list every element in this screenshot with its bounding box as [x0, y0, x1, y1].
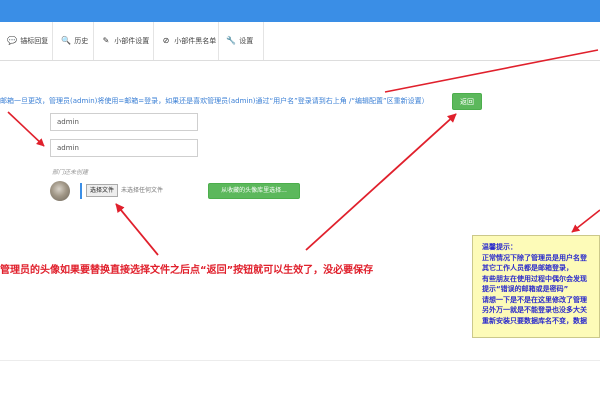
ban-icon: ⊘: [162, 36, 170, 45]
tab-widget-blacklist[interactable]: ⊘ 小部件黑名单: [160, 33, 217, 49]
tip-line: 有些朋友在使用过程中偶尔会发现: [482, 274, 587, 283]
arrow-to-return-button: [305, 113, 457, 251]
tip-line: 另外万一就是不能登录也没多大关: [482, 306, 587, 314]
tab-anchor-reply[interactable]: 💬 锚标回复: [6, 33, 48, 49]
department-hint: 部门还未创建: [52, 169, 89, 176]
username-field[interactable]: admin: [50, 113, 198, 131]
email-login-notice: 邮箱一旦更改，管理员(admin)将使用=邮箱=登录，如果还是喜欢管理员(adm…: [0, 97, 429, 105]
app-header-bar: [0, 0, 600, 22]
tab-label: 小部件黑名单: [174, 37, 217, 45]
tip-line: 正常情况下除了管理员是用户名登: [482, 253, 587, 262]
tab-history[interactable]: 🔍 历史: [60, 33, 88, 49]
choose-from-gallery-button[interactable]: 从收藏的头像库里选择...: [208, 183, 300, 199]
tip-line: 重新安装只要数据库名不变，数据: [482, 316, 587, 325]
tab-label: 小部件设置: [114, 37, 150, 45]
wrench-icon: 🔧: [226, 36, 236, 45]
tab-divider: [93, 22, 94, 60]
tab-label: 锚标回复: [20, 37, 49, 45]
arrow-to-email-field: [7, 111, 45, 147]
tab-widget-settings[interactable]: ✎ 小部件设置: [100, 33, 150, 49]
tab-label: 设置: [239, 37, 254, 45]
no-file-text: 未选择任何文件: [121, 187, 164, 194]
avatar: [50, 181, 70, 201]
tab-divider: [218, 22, 219, 60]
tab-settings[interactable]: 🔧 设置: [225, 33, 253, 49]
return-button[interactable]: 返回: [452, 93, 482, 110]
nickname-field[interactable]: admin: [50, 139, 198, 157]
arrow-to-tip-box: [571, 209, 600, 233]
tab-bar: 💬 锚标回复 🔍 历史 ✎ 小部件设置 ⊘ 小部件黑名单 🔧 设置: [0, 22, 600, 61]
tip-line: 其它工作人员都是邮箱登录，: [482, 264, 573, 272]
tab-divider: [153, 22, 154, 60]
tip-line: 请想一下是不是在这里修改了管理: [482, 295, 587, 304]
tip-title: 温馨提示：: [482, 243, 517, 251]
tab-divider: [263, 22, 264, 60]
brush-icon: ✎: [102, 36, 110, 45]
avatar-file-input[interactable]: 选择文件 未选择任何文件: [80, 183, 200, 199]
chat-bubbles-icon: 💬: [7, 36, 17, 45]
tab-label: 历史: [74, 37, 89, 45]
tip-box: 温馨提示： 正常情况下除了管理员是用户名登 其它工作人员都是邮箱登录， 有些朋友…: [472, 235, 600, 338]
choose-file-button[interactable]: 选择文件: [86, 184, 119, 197]
footer-divider: [0, 360, 600, 361]
tab-divider: [52, 22, 53, 60]
tip-line: 提示“错误的邮箱或是密码”: [482, 285, 569, 293]
arrow-to-file-button: [115, 203, 159, 256]
search-icon: 🔍: [61, 36, 71, 45]
